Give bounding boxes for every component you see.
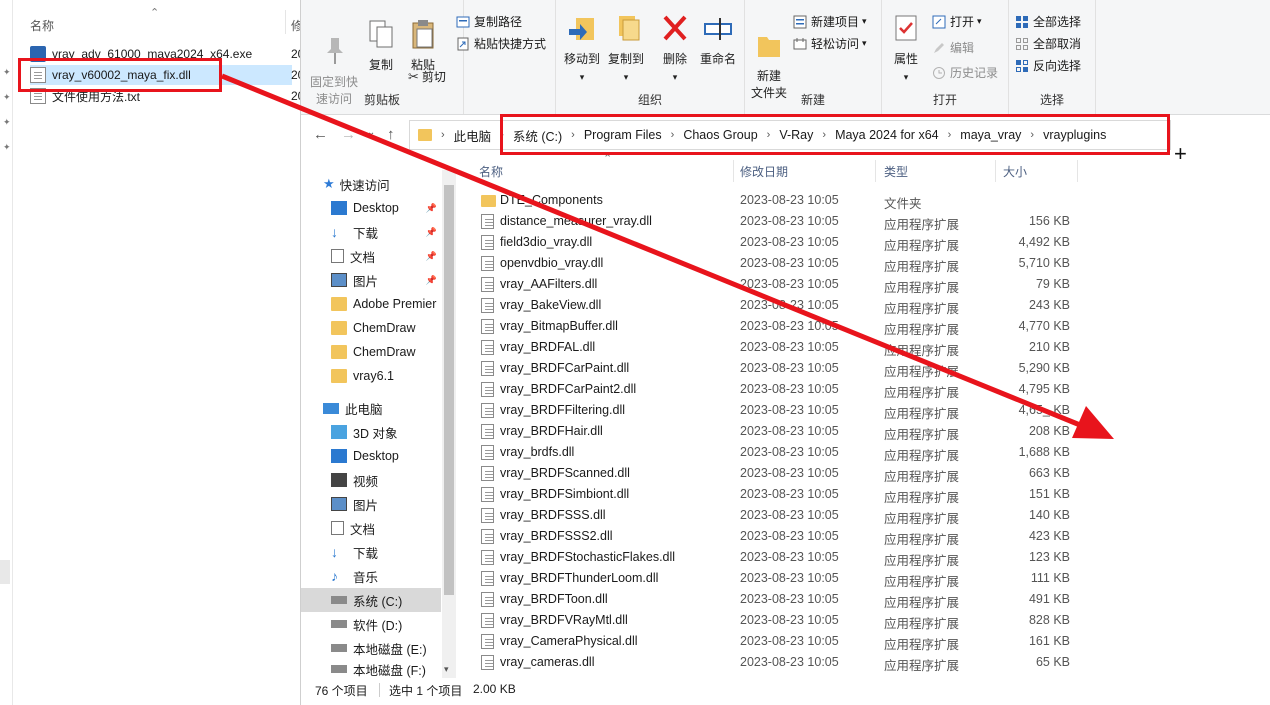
annotation-arrow (221, 73, 1114, 439)
arrow-shaft (221, 73, 1081, 428)
crosshair-cursor-icon: + (1174, 141, 1187, 166)
